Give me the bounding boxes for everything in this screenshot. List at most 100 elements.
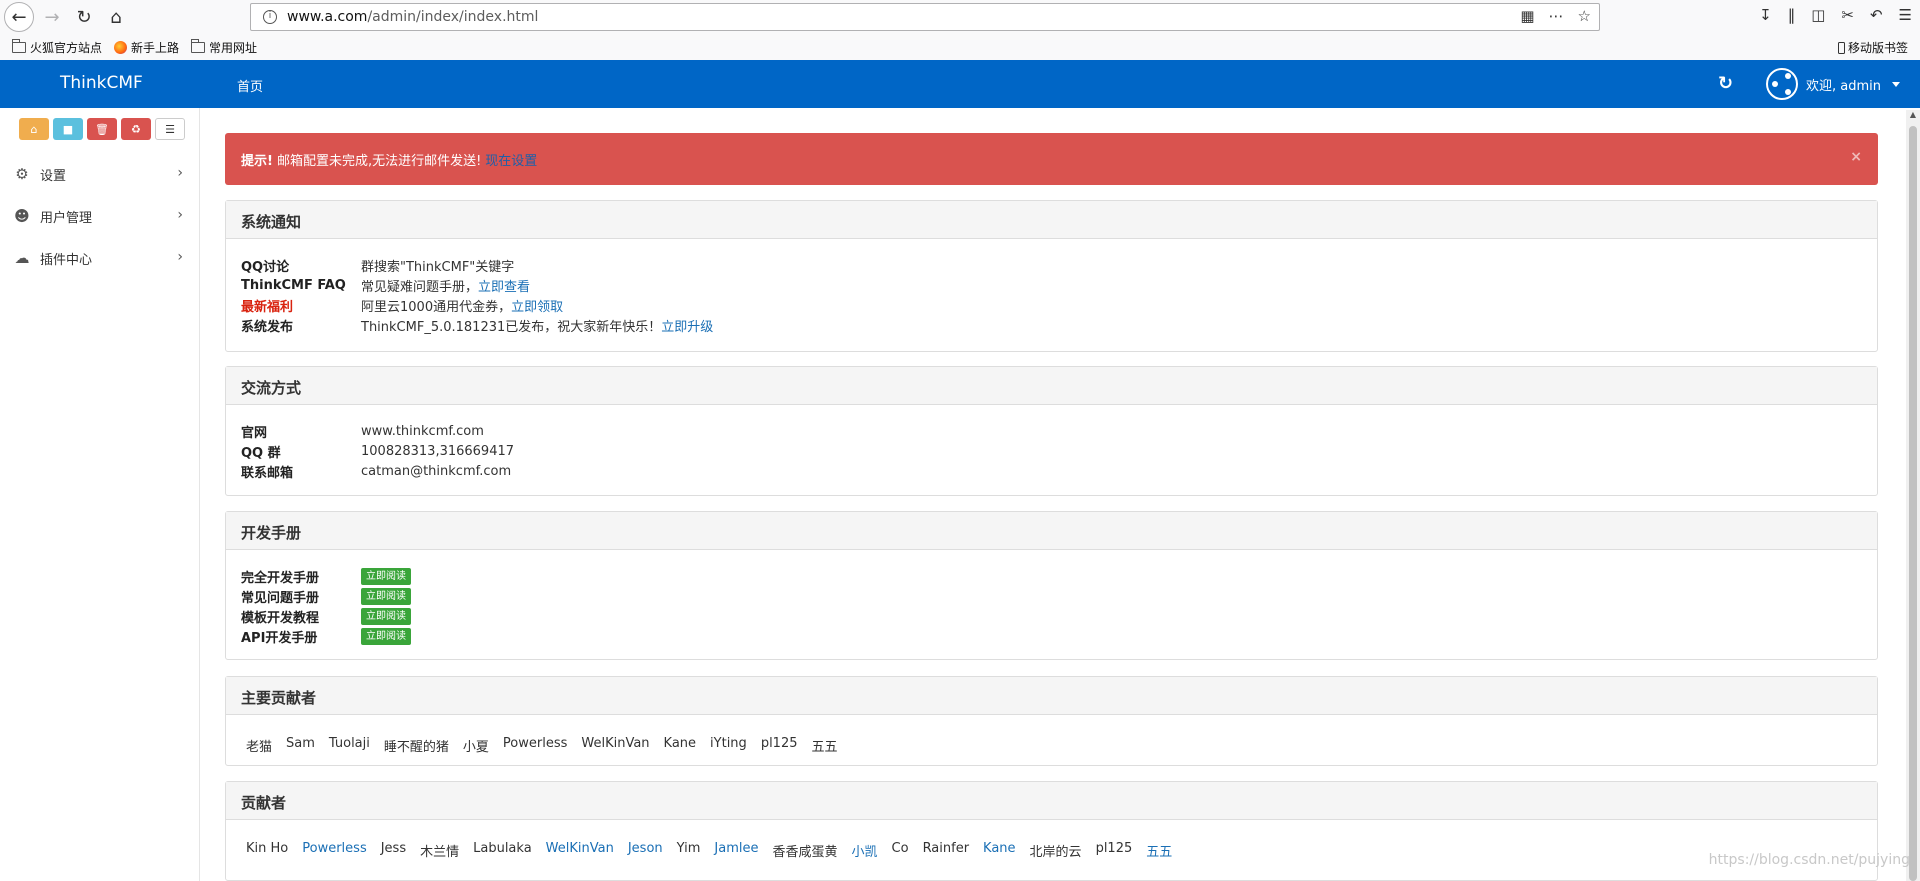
contributor-link[interactable]: Jamlee <box>714 841 758 860</box>
contributor-name: 小夏 <box>462 740 489 755</box>
contributor-link[interactable]: WelKinVan <box>546 841 614 860</box>
contributor-link[interactable]: Kane <box>983 841 1016 860</box>
alert-strong: 提示! <box>241 153 273 169</box>
screenshot-icon[interactable]: ✂ <box>1841 6 1854 24</box>
read-now-button[interactable]: 立即阅读 <box>361 587 411 605</box>
contributor-link[interactable]: 小凯 <box>852 841 878 860</box>
qr-code-icon[interactable]: ▦ <box>1520 7 1534 25</box>
refresh-icon[interactable]: ↻ <box>1718 73 1733 94</box>
forward-icon[interactable]: → <box>38 3 66 31</box>
panel-title: 交流方式 <box>226 367 1877 405</box>
close-icon[interactable]: × <box>1850 149 1862 165</box>
brand-logo[interactable]: ThinkCMF <box>60 73 143 93</box>
home-shortcut-icon[interactable]: ⌂ <box>19 118 49 140</box>
contributor-name: 北岸的云 <box>1029 845 1082 860</box>
contributor-name: WelKinVan <box>581 736 650 751</box>
main-contributors-list: 老猫 Sam Tuolaji 睡不醒的猪 小夏 Powerless WelKin… <box>241 731 1862 755</box>
url-bar[interactable]: i www.a.com/admin/index/index.html ▦ ⋯ ☆ <box>250 3 1600 31</box>
contributor-name: 香香咸蛋黄 <box>772 845 838 860</box>
contributor-name: Labulaka <box>473 841 532 856</box>
panel-title: 开发手册 <box>226 512 1877 550</box>
contributor-name: Kin Ho <box>246 841 289 856</box>
upgrade-link[interactable]: 立即升级 <box>661 316 713 335</box>
trash-shortcut-icon[interactable]: 🗑 <box>87 118 117 140</box>
contributor-name: Rainfer <box>922 841 970 856</box>
mobile-bookmarks[interactable]: 移动版书签 <box>1837 39 1908 56</box>
manual-row: 常见问题手册 立即阅读 <box>241 586 1862 606</box>
scrollbar-thumb[interactable] <box>1909 126 1917 881</box>
menu-icon[interactable]: ☰ <box>1899 6 1912 24</box>
contact-row: 联系邮箱 catman@thinkcmf.com <box>241 463 512 481</box>
sidebar-item-users[interactable]: ☻ 用户管理 › <box>0 198 199 234</box>
recycle-shortcut-icon[interactable]: ♻ <box>121 118 151 140</box>
folder-icon <box>12 38 26 53</box>
bookmark-getting-started[interactable]: 新手上路 <box>114 39 179 56</box>
list-shortcut-icon[interactable]: ☰ <box>155 118 185 140</box>
contributors-list: Kin Ho Powerless Jess 木兰情 Labulaka WelKi… <box>241 836 1862 860</box>
manual-row: 完全开发手册 立即阅读 <box>241 566 1862 586</box>
top-navbar: ThinkCMF 首页 ↻ 欢迎, admin <box>0 60 1920 108</box>
sidebar: ⌂ ■ 🗑 ♻ ☰ ⚙ 设置 › ☻ 用户管理 › ☁ 插件中心 › <box>0 108 200 881</box>
download-icon[interactable]: ↧ <box>1759 6 1772 24</box>
file-shortcut-icon[interactable]: ■ <box>53 118 83 140</box>
url-text[interactable]: www.a.com/admin/index/index.html <box>287 9 538 25</box>
firefox-icon <box>114 40 128 54</box>
contributor-name: Tuolaji <box>328 736 370 751</box>
notice-panel: 系统通知 QQ讨论 群搜索"ThinkCMF"关键字 ThinkCMF FAQ … <box>225 200 1878 352</box>
website-link[interactable]: www.thinkcmf.com <box>361 424 484 439</box>
notice-row: ThinkCMF FAQ 常见疑难问题手册， 立即查看 <box>241 276 531 295</box>
contributor-name: pl125 <box>1095 841 1133 856</box>
sidebar-item-plugins[interactable]: ☁ 插件中心 › <box>0 240 199 276</box>
users-icon: ☻ <box>14 207 30 225</box>
chevron-right-icon: › <box>177 165 183 181</box>
notice-row: 系统发布 ThinkCMF_5.0.181231已发布，祝大家新年快乐！ 立即升… <box>241 315 1862 335</box>
read-now-button[interactable]: 立即阅读 <box>361 567 411 585</box>
contributor-name: Co <box>891 841 909 856</box>
contributor-name: 睡不醒的猪 <box>383 740 449 755</box>
browser-toolbar: ← → ↻ ⌂ i www.a.com/admin/index/index.ht… <box>0 0 1920 34</box>
contributors-panel: 贡献者 Kin Ho Powerless Jess 木兰情 Labulaka W… <box>225 781 1878 881</box>
contributor-link[interactable]: Powerless <box>302 841 366 860</box>
user-menu[interactable]: 欢迎, admin <box>1766 68 1900 100</box>
read-now-button[interactable]: 立即阅读 <box>361 627 411 645</box>
sidebar-item-settings[interactable]: ⚙ 设置 › <box>0 156 199 192</box>
home-icon[interactable]: ⌂ <box>102 3 130 31</box>
welcome-text: 欢迎, admin <box>1806 78 1881 94</box>
main-contributors-panel: 主要贡献者 老猫 Sam Tuolaji 睡不醒的猪 小夏 Powerless … <box>225 676 1878 766</box>
bookmark-common-sites[interactable]: 常用网址 <box>191 38 257 56</box>
manual-panel: 开发手册 完全开发手册 立即阅读 常见问题手册 立即阅读 模板开发教程 立即阅读… <box>225 511 1878 660</box>
contact-row: QQ 群 100828313,316669417 <box>241 443 515 461</box>
bookmark-star-icon[interactable]: ☆ <box>1578 7 1591 25</box>
chevron-right-icon: › <box>177 249 183 265</box>
undo-icon[interactable]: ↶ <box>1870 6 1883 24</box>
read-now-button[interactable]: 立即阅读 <box>361 607 411 625</box>
reload-icon[interactable]: ↻ <box>70 3 98 31</box>
back-icon[interactable]: ← <box>4 2 34 32</box>
library-icon[interactable]: ‖ <box>1788 6 1796 24</box>
nav-home-link[interactable]: 首页 <box>237 76 263 95</box>
avatar <box>1766 68 1798 100</box>
more-actions-icon[interactable]: ⋯ <box>1549 7 1564 25</box>
manual-row: API开发手册 立即阅读 <box>241 626 1862 646</box>
contributor-link[interactable]: 五五 <box>1146 841 1172 860</box>
panel-title: 主要贡献者 <box>226 677 1877 715</box>
faq-link[interactable]: 立即查看 <box>478 276 530 295</box>
alert-setup-link[interactable]: 现在设置 <box>485 150 537 169</box>
bookmark-firefox-site[interactable]: 火狐官方站点 <box>12 38 102 56</box>
contributor-name: Sam <box>286 736 315 751</box>
contributor-name: Powerless <box>502 736 568 751</box>
bookmarks-bar: 火狐官方站点 新手上路 常用网址 移动版书签 <box>0 34 1920 60</box>
manual-row: 模板开发教程 立即阅读 <box>241 606 1862 626</box>
scrollbar[interactable]: ▲ <box>1906 110 1920 881</box>
folder-icon <box>191 38 206 53</box>
contributor-link[interactable]: Jeson <box>628 841 663 860</box>
coupon-link[interactable]: 立即领取 <box>511 296 563 315</box>
info-icon[interactable]: i <box>263 10 277 24</box>
scroll-up-icon[interactable]: ▲ <box>1906 110 1920 124</box>
contributor-name: 木兰情 <box>420 845 460 860</box>
contributor-name: iYting <box>710 736 747 751</box>
gears-icon: ⚙ <box>15 165 29 183</box>
sidebar-toggle-icon[interactable]: ◫ <box>1811 6 1825 24</box>
cloud-icon: ☁ <box>14 249 30 267</box>
phone-icon <box>1837 41 1845 54</box>
